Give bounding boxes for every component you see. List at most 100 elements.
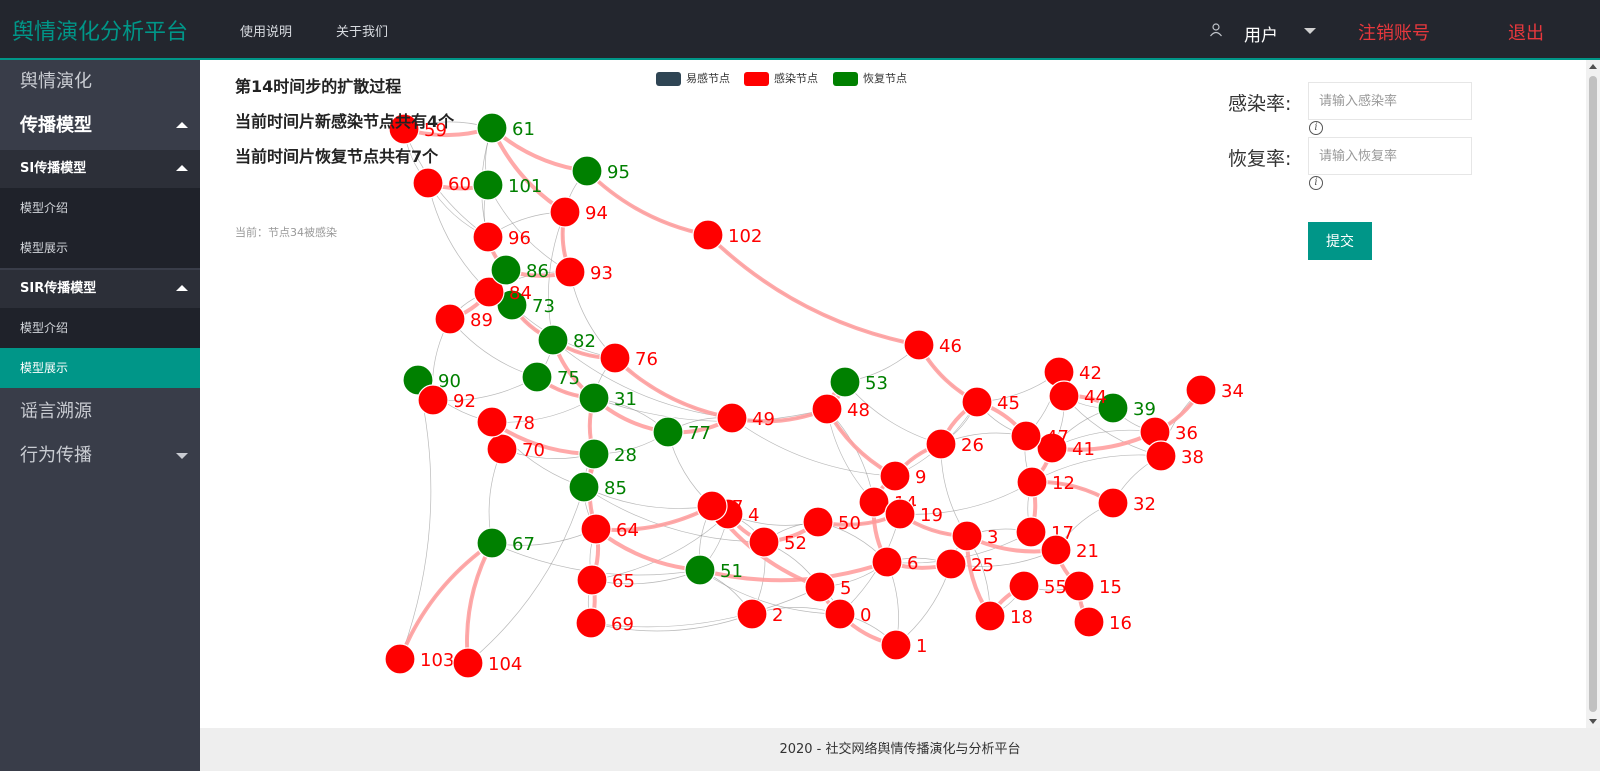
infection-rate-label: 感染率:	[1228, 93, 1292, 115]
sidebar-item-si-demo[interactable]: 模型展示	[0, 228, 200, 268]
graph-node-102[interactable]	[692, 219, 724, 251]
sidebar-item-label: 谣言溯源	[20, 401, 92, 422]
recovery-rate-input[interactable]	[1308, 137, 1472, 175]
app-title[interactable]: 舆情演化分析平台	[12, 14, 188, 46]
graph-node-25[interactable]	[935, 548, 967, 580]
graph-node-89[interactable]	[434, 303, 466, 335]
graph-node-31[interactable]	[578, 382, 610, 414]
graph-node-51[interactable]	[684, 554, 716, 586]
chevron-down-icon[interactable]	[1304, 28, 1316, 34]
sidebar-item-sir-demo[interactable]: 模型展示	[0, 348, 200, 388]
legend-label-recovered[interactable]: 恢复节点	[863, 70, 907, 86]
graph-node-2[interactable]	[736, 598, 768, 630]
graph-node-26[interactable]	[925, 428, 957, 460]
graph-node-0[interactable]	[824, 598, 856, 630]
graph-node-61[interactable]	[476, 112, 508, 144]
graph-node-label: 101	[508, 176, 542, 197]
graph-node-50[interactable]	[802, 506, 834, 538]
graph-node-85[interactable]	[568, 471, 600, 503]
nav-usage-guide[interactable]: 使用说明	[240, 21, 292, 40]
graph-node-75[interactable]	[521, 361, 553, 393]
graph-node-47[interactable]	[1010, 420, 1042, 452]
graph-node-65[interactable]	[576, 564, 608, 596]
graph-node-49[interactable]	[716, 402, 748, 434]
sidebar-item-sir-model[interactable]: SIR传播模型	[0, 270, 200, 308]
graph-node-78[interactable]	[476, 406, 508, 438]
graph-node-label: 12	[1052, 473, 1075, 494]
graph-node-55[interactable]	[1008, 570, 1040, 602]
graph-node-46[interactable]	[903, 329, 935, 361]
graph-node-103[interactable]	[384, 643, 416, 675]
sidebar-item-sir-intro[interactable]: 模型介绍	[0, 308, 200, 348]
graph-node-9[interactable]	[879, 460, 911, 492]
graph-node-1[interactable]	[880, 629, 912, 661]
graph-node-21[interactable]	[1040, 534, 1072, 566]
graph-node-7[interactable]	[696, 490, 728, 522]
sidebar-item-behavior-propagation[interactable]: 行为传播	[0, 434, 200, 478]
graph-node-18[interactable]	[974, 600, 1006, 632]
graph-node-38[interactable]	[1145, 440, 1177, 472]
scroll-down-arrow-icon[interactable]	[1589, 719, 1597, 724]
graph-node-5[interactable]	[804, 571, 836, 603]
graph-node-94[interactable]	[549, 196, 581, 228]
graph-node-label: 16	[1109, 613, 1132, 634]
chevron-up-icon	[176, 165, 188, 171]
graph-node-60[interactable]	[412, 167, 444, 199]
exit-link[interactable]: 退出	[1508, 19, 1544, 45]
graph-node-76[interactable]	[599, 342, 631, 374]
sidebar-item-opinion-evolution[interactable]: 舆情演化	[0, 60, 200, 104]
graph-node-15[interactable]	[1063, 570, 1095, 602]
logout-account-link[interactable]: 注销账号	[1358, 19, 1430, 45]
graph-node-label: 50	[838, 513, 861, 534]
sidebar-item-si-intro[interactable]: 模型介绍	[0, 188, 200, 228]
legend-label-susceptible[interactable]: 易感节点	[686, 70, 730, 86]
graph-node-82[interactable]	[537, 324, 569, 356]
submit-button[interactable]: 提交	[1308, 222, 1372, 260]
graph-node-32[interactable]	[1097, 487, 1129, 519]
infection-rate-input[interactable]	[1308, 82, 1472, 120]
scroll-thumb[interactable]	[1589, 76, 1597, 712]
graph-node-64[interactable]	[580, 513, 612, 545]
legend-swatch-susceptible[interactable]	[656, 72, 681, 86]
nav-about-us[interactable]: 关于我们	[336, 21, 388, 40]
graph-node-53[interactable]	[829, 366, 861, 398]
graph-node-52[interactable]	[748, 526, 780, 558]
sidebar-item-si-model[interactable]: SI传播模型	[0, 150, 200, 188]
graph-node-34[interactable]	[1185, 374, 1217, 406]
graph-node-70[interactable]	[486, 433, 518, 465]
graph-node-44[interactable]	[1048, 380, 1080, 412]
graph-node-77[interactable]	[652, 416, 684, 448]
sidebar-item-rumor-tracing[interactable]: 谣言溯源	[0, 390, 200, 434]
graph-node-48[interactable]	[811, 393, 843, 425]
legend-label-infected[interactable]: 感染节点	[774, 70, 818, 86]
graph-node-28[interactable]	[578, 438, 610, 470]
graph-node-3[interactable]	[951, 520, 983, 552]
graph-node-95[interactable]	[571, 155, 603, 187]
scrollbar[interactable]	[1586, 60, 1600, 728]
scroll-up-arrow-icon[interactable]	[1589, 64, 1597, 69]
graph-node-label: 46	[939, 336, 962, 357]
info-icon[interactable]: i	[1309, 176, 1323, 190]
graph-node-label: 73	[532, 296, 555, 317]
graph-node-6[interactable]	[871, 546, 903, 578]
graph-node-label: 65	[612, 571, 635, 592]
legend-swatch-recovered[interactable]	[833, 72, 858, 86]
graph-node-16[interactable]	[1073, 606, 1105, 638]
graph-node-12[interactable]	[1016, 466, 1048, 498]
graph-node-92[interactable]	[417, 384, 449, 416]
legend-swatch-infected[interactable]	[744, 72, 769, 86]
graph-node-67[interactable]	[476, 527, 508, 559]
user-menu[interactable]: 用户	[1244, 21, 1278, 46]
graph-node-17[interactable]	[1015, 516, 1047, 548]
graph-node-104[interactable]	[452, 647, 484, 679]
graph-node-101[interactable]	[472, 169, 504, 201]
graph-node-96[interactable]	[472, 221, 504, 253]
sidebar-item-propagation-model[interactable]: 传播模型	[0, 104, 200, 148]
graph-node-69[interactable]	[575, 607, 607, 639]
info-icon[interactable]: i	[1309, 121, 1323, 135]
graph-node-45[interactable]	[961, 386, 993, 418]
graph-node-19[interactable]	[884, 498, 916, 530]
graph-node-86[interactable]	[490, 254, 522, 286]
graph-node-label: 55	[1044, 577, 1067, 598]
graph-node-93[interactable]	[554, 256, 586, 288]
